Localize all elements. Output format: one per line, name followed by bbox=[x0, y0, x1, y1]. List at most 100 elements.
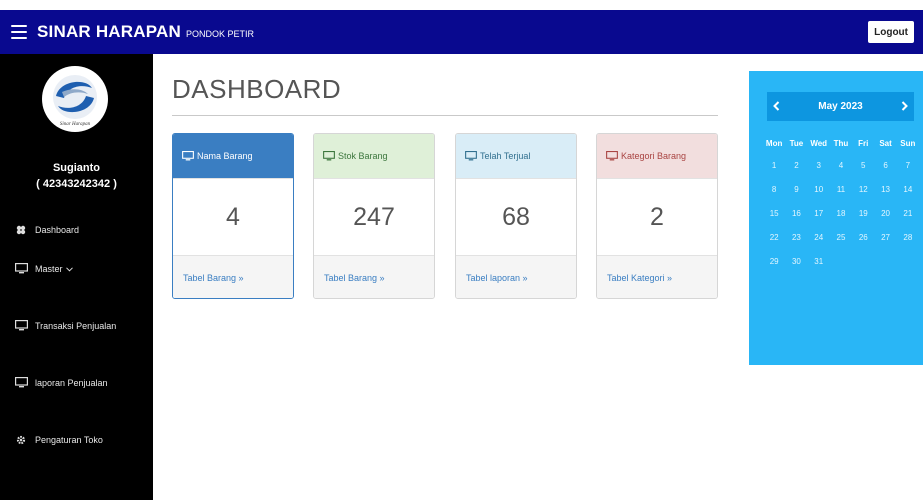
calendar-day[interactable]: 27 bbox=[874, 233, 896, 242]
monitor-icon bbox=[14, 320, 28, 331]
weekday-label: Sun bbox=[900, 138, 916, 148]
card-header: Kategori Barang bbox=[597, 134, 717, 178]
card-link-tabel-barang[interactable]: Tabel Barang » bbox=[314, 256, 434, 298]
monitor-icon bbox=[182, 151, 194, 161]
calendar-day[interactable]: 22 bbox=[763, 233, 785, 242]
weekday-label: Thu bbox=[833, 138, 849, 148]
calendar-day[interactable]: 29 bbox=[763, 257, 785, 266]
sidebar-item-laporan-penjualan[interactable]: laporan Penjualan bbox=[14, 377, 108, 388]
user-name: Sugianto bbox=[52, 162, 101, 174]
logo-text: Sinar Harapan bbox=[60, 122, 91, 127]
weekday-label: Wed bbox=[810, 138, 828, 148]
card-link-tabel-laporan[interactable]: Tabel laporan » bbox=[456, 256, 576, 298]
sidebar-item-pengaturan-toko[interactable]: Pengaturan Toko bbox=[14, 434, 103, 445]
week-row: 1 2 3 4 5 6 7 bbox=[763, 153, 919, 177]
sidebar-item-label: laporan Penjualan bbox=[35, 377, 108, 388]
calendar-day[interactable]: 7 bbox=[897, 161, 919, 170]
card-link-tabel-barang[interactable]: Tabel Barang » bbox=[173, 256, 293, 298]
card-value: 68 bbox=[456, 178, 576, 256]
gear-icon bbox=[14, 434, 28, 445]
logout-button[interactable]: Logout bbox=[868, 21, 914, 43]
calendar-day[interactable]: 2 bbox=[785, 161, 807, 170]
brand-name: SINAR HARAPAN bbox=[37, 22, 181, 41]
week-row: 8 9 10 11 12 13 14 bbox=[763, 177, 919, 201]
calendar-day[interactable]: 14 bbox=[897, 185, 919, 194]
calendar-day[interactable]: 20 bbox=[874, 209, 896, 218]
calendar-day[interactable]: 28 bbox=[897, 233, 919, 242]
calendar-day[interactable]: 1 bbox=[763, 161, 785, 170]
calendar-day[interactable]: 4 bbox=[830, 161, 852, 170]
card-value: 4 bbox=[173, 178, 293, 256]
calendar-day[interactable]: 12 bbox=[852, 185, 874, 194]
card-telah-terjual: Telah Terjual 68 Tabel laporan » bbox=[455, 133, 577, 299]
monitor-icon bbox=[323, 151, 335, 161]
card-title: Nama Barang bbox=[197, 151, 253, 161]
hamburger-menu-icon[interactable] bbox=[11, 25, 27, 39]
calendar-widget: May 2023 Mon Tue Wed Thu Fri Sat Sun 1 2… bbox=[749, 71, 923, 365]
card-stok-barang: Stok Barang 247 Tabel Barang » bbox=[313, 133, 435, 299]
brand-subtitle: PONDOK PETIR bbox=[185, 29, 254, 39]
week-row: 15 16 17 18 19 20 21 bbox=[763, 201, 919, 225]
card-header: Telah Terjual bbox=[456, 134, 576, 178]
monitor-icon bbox=[14, 377, 28, 388]
monitor-icon bbox=[465, 151, 477, 161]
card-title: Stok Barang bbox=[338, 151, 388, 161]
calendar-day[interactable]: 31 bbox=[808, 257, 830, 266]
week-row: 29 30 31 bbox=[763, 249, 919, 273]
card-header: Stok Barang bbox=[314, 134, 434, 178]
calendar-day[interactable]: 15 bbox=[763, 209, 785, 218]
calendar-day[interactable]: 16 bbox=[785, 209, 807, 218]
monitor-icon bbox=[14, 263, 28, 274]
next-month-button[interactable] bbox=[901, 100, 908, 114]
card-title: Telah Terjual bbox=[480, 151, 531, 161]
monitor-icon bbox=[606, 151, 618, 161]
prev-month-button[interactable] bbox=[773, 100, 780, 114]
calendar-day[interactable]: 25 bbox=[830, 233, 852, 242]
sidebar-item-label: Master bbox=[35, 263, 63, 274]
title-divider bbox=[172, 115, 718, 116]
sidebar-item-label: Transaksi Penjualan bbox=[35, 320, 117, 331]
card-value: 247 bbox=[314, 178, 434, 256]
calendar-day[interactable]: 10 bbox=[808, 185, 830, 194]
sidebar-item-transaksi-penjualan[interactable]: Transaksi Penjualan bbox=[14, 320, 116, 331]
weekday-label: Mon bbox=[765, 138, 783, 148]
top-navbar: SINAR HARAPAN PONDOK PETIR Logout bbox=[0, 10, 923, 54]
weekday-label: Sat bbox=[879, 138, 892, 148]
sidebar-item-master[interactable]: Master bbox=[14, 263, 73, 274]
calendar-day[interactable]: 18 bbox=[830, 209, 852, 218]
store-logo: Sinar Harapan bbox=[42, 66, 108, 132]
calendar-day[interactable]: 5 bbox=[852, 161, 874, 170]
calendar-day[interactable]: 24 bbox=[808, 233, 830, 242]
calendar-day[interactable]: 8 bbox=[763, 185, 785, 194]
calendar-day[interactable]: 3 bbox=[808, 161, 830, 170]
calendar-day[interactable]: 11 bbox=[830, 185, 852, 194]
calendar-day[interactable]: 9 bbox=[785, 185, 807, 194]
weekday-row: Mon Tue Wed Thu Fri Sat Sun bbox=[763, 133, 919, 153]
page-title: DASHBOARD bbox=[172, 74, 342, 104]
calendar-month-label: May 2023 bbox=[818, 101, 863, 112]
card-value: 2 bbox=[597, 178, 717, 256]
user-id: ( 42343242342 ) bbox=[36, 178, 117, 190]
card-link-tabel-kategori[interactable]: Tabel Kategori » bbox=[597, 256, 717, 298]
calendar-day[interactable]: 23 bbox=[785, 233, 807, 242]
sidebar-item-label: Pengaturan Toko bbox=[35, 434, 103, 445]
calendar-day[interactable]: 17 bbox=[808, 209, 830, 218]
card-title: Kategori Barang bbox=[621, 151, 687, 161]
calendar-day[interactable]: 13 bbox=[874, 185, 896, 194]
calendar-day[interactable]: 6 bbox=[874, 161, 896, 170]
card-nama-barang: Nama Barang 4 Tabel Barang » bbox=[172, 133, 294, 299]
calendar-header: May 2023 bbox=[767, 92, 914, 121]
week-row: 22 23 24 25 26 27 28 bbox=[763, 225, 919, 249]
calendar-day[interactable]: 19 bbox=[852, 209, 874, 218]
weekday-label: Fri bbox=[858, 138, 869, 148]
sidebar-item-label: Dashboard bbox=[35, 224, 80, 235]
chevron-down-icon bbox=[65, 264, 73, 274]
calendar-day[interactable]: 30 bbox=[785, 257, 807, 266]
card-header: Nama Barang bbox=[173, 134, 293, 178]
sidebar: Sinar Harapan Sugianto ( 42343242342 ) D… bbox=[0, 54, 153, 500]
weekday-label: Tue bbox=[789, 138, 804, 148]
sidebar-item-dashboard[interactable]: Dashboard bbox=[14, 224, 79, 235]
calendar-day[interactable]: 21 bbox=[897, 209, 919, 218]
calendar-grid: Mon Tue Wed Thu Fri Sat Sun 1 2 3 4 5 6 … bbox=[763, 133, 919, 273]
calendar-day[interactable]: 26 bbox=[852, 233, 874, 242]
